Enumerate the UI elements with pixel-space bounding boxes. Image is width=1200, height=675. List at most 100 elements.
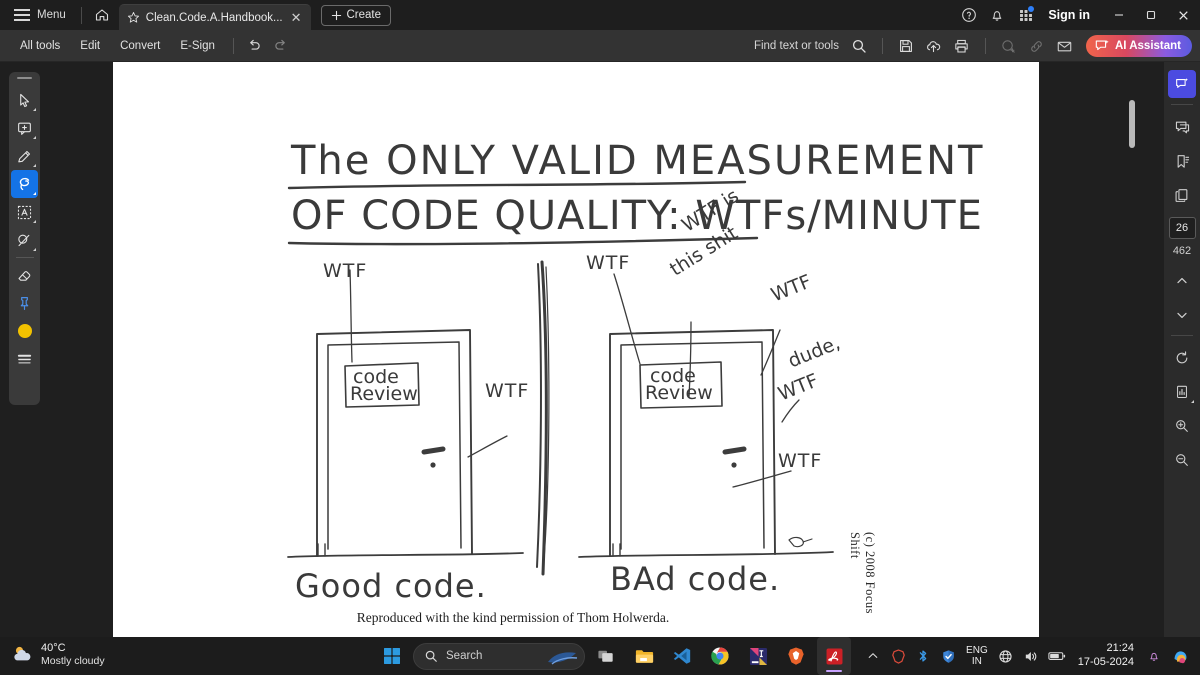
tool-options-arrow[interactable] — [33, 220, 36, 223]
draw-tool-button[interactable] — [11, 142, 38, 170]
pin-tool-button[interactable] — [11, 289, 38, 317]
intellij-button[interactable] — [741, 637, 775, 675]
tab-close-icon[interactable]: ✕ — [289, 11, 304, 24]
save-button[interactable] — [893, 33, 919, 59]
language-indicator[interactable]: ENG IN — [966, 645, 988, 667]
weather-widget[interactable]: 40°C Mostly cloudy — [10, 642, 105, 667]
notifications-button[interactable] — [1143, 637, 1165, 675]
scrollbar-thumb[interactable] — [1129, 100, 1135, 148]
vs-code-button[interactable] — [665, 637, 699, 675]
bluetooth-button[interactable] — [912, 637, 934, 675]
maximize-button[interactable] — [1136, 0, 1166, 30]
tray-overflow-button[interactable] — [862, 637, 884, 675]
weather-description: Mostly cloudy — [41, 654, 105, 667]
link-icon — [1031, 40, 1043, 52]
menu-button[interactable]: Menu — [8, 0, 72, 30]
permission-caption: Reproduced with the kind permission of T… — [356, 610, 670, 625]
copilot-button[interactable] — [1168, 637, 1192, 675]
redo-icon — [275, 39, 286, 50]
thickness-tool-button[interactable] — [11, 345, 38, 373]
color-swatch-button[interactable] — [11, 317, 38, 345]
task-view-button[interactable] — [589, 637, 623, 675]
tool-options-arrow[interactable] — [1191, 400, 1194, 403]
rotate-icon — [1176, 351, 1188, 364]
home-button[interactable] — [91, 4, 113, 26]
brave-button[interactable] — [779, 637, 813, 675]
comments-panel-button[interactable] — [1168, 113, 1196, 141]
current-page-input[interactable]: 26 — [1168, 217, 1196, 239]
redo-button[interactable] — [268, 33, 294, 59]
rotate-button[interactable] — [1168, 344, 1196, 372]
print-button[interactable] — [949, 33, 975, 59]
notifications-button[interactable] — [984, 2, 1010, 28]
divider — [1171, 104, 1193, 105]
drag-handle[interactable] — [17, 77, 32, 79]
tool-options-arrow[interactable] — [33, 192, 36, 195]
file-explorer-button[interactable] — [627, 637, 661, 675]
tool-options-arrow[interactable] — [33, 164, 36, 167]
toolbar-item-all-tools[interactable]: All tools — [10, 30, 70, 62]
sign-in-button[interactable]: Sign in — [1040, 8, 1102, 22]
hamburger-icon — [14, 9, 30, 21]
upload-button[interactable] — [921, 33, 947, 59]
divider — [232, 37, 234, 54]
zoom-out-button[interactable] — [1168, 446, 1196, 474]
bluetooth-icon — [919, 650, 927, 662]
document-tab[interactable]: Clean.Code.A.Handbook... ✕ — [118, 4, 311, 30]
text-box-tool-button[interactable] — [11, 198, 38, 226]
battery-button[interactable] — [1045, 637, 1069, 675]
document-title-line-1: The ONLY VALID MEASUREMENT — [291, 138, 985, 184]
apps-button[interactable] — [1012, 2, 1038, 28]
stamp-button[interactable] — [996, 33, 1022, 59]
clock[interactable]: 21:24 17-05-2024 — [1078, 642, 1134, 670]
search-button[interactable] — [846, 33, 872, 59]
ai-assistant-panel-button[interactable] — [1168, 70, 1196, 98]
volume-button[interactable] — [1020, 637, 1042, 675]
taskbar-search[interactable]: Search — [413, 642, 585, 670]
toolbar-item-edit[interactable]: Edit — [70, 30, 110, 62]
defender-shield-icon — [942, 649, 954, 663]
divider — [1171, 335, 1193, 336]
ai-assistant-button[interactable]: AI Assistant — [1085, 35, 1192, 57]
minimize-button[interactable] — [1104, 0, 1134, 30]
help-button[interactable] — [956, 2, 982, 28]
right-caption: BAd code. — [610, 560, 781, 598]
page-thumbnails-button[interactable] — [1168, 181, 1196, 209]
select-tool-button[interactable] — [11, 86, 38, 114]
toolbar-item-esign[interactable]: E-Sign — [170, 30, 225, 62]
close-button[interactable] — [1168, 0, 1198, 30]
acrobat-button[interactable] — [817, 637, 851, 675]
undo-button[interactable] — [242, 33, 268, 59]
brave-tray-button[interactable] — [887, 637, 909, 675]
toolbar-item-convert[interactable]: Convert — [110, 30, 170, 62]
start-button[interactable] — [375, 637, 409, 675]
window-controls-group: Sign in — [956, 0, 1200, 30]
next-page-button[interactable] — [1168, 301, 1196, 329]
eraser-tool-button[interactable] — [11, 261, 38, 289]
mail-button[interactable] — [1052, 33, 1078, 59]
fit-page-button[interactable] — [1168, 378, 1196, 406]
defender-button[interactable] — [937, 637, 959, 675]
shapes-tool-button[interactable] — [11, 226, 38, 254]
create-button[interactable]: Create — [320, 4, 392, 26]
comment-tool-button[interactable] — [11, 114, 38, 142]
star-icon[interactable] — [127, 11, 140, 24]
tool-options-arrow[interactable] — [33, 248, 36, 251]
link-button[interactable] — [1024, 33, 1050, 59]
brave-icon — [788, 647, 804, 665]
tool-options-arrow[interactable] — [33, 108, 36, 111]
zoom-in-button[interactable] — [1168, 412, 1196, 440]
chrome-button[interactable] — [703, 637, 737, 675]
network-button[interactable] — [995, 637, 1017, 675]
cloud-upload-icon — [927, 40, 941, 52]
ai-assistant-icon — [1176, 78, 1189, 88]
bookmarks-panel-button[interactable] — [1168, 147, 1196, 175]
document-scrollbar[interactable] — [1127, 62, 1137, 637]
find-label[interactable]: Find text or tools — [754, 40, 839, 52]
previous-page-button[interactable] — [1168, 267, 1196, 295]
tool-options-arrow[interactable] — [33, 136, 36, 139]
lasso-tool-button[interactable] — [11, 170, 38, 198]
document-viewport[interactable]: The ONLY VALID MEASUREMENT OF CODE QUALI… — [113, 62, 1145, 637]
language-line-2: IN — [971, 656, 982, 667]
mail-icon — [1058, 41, 1072, 51]
